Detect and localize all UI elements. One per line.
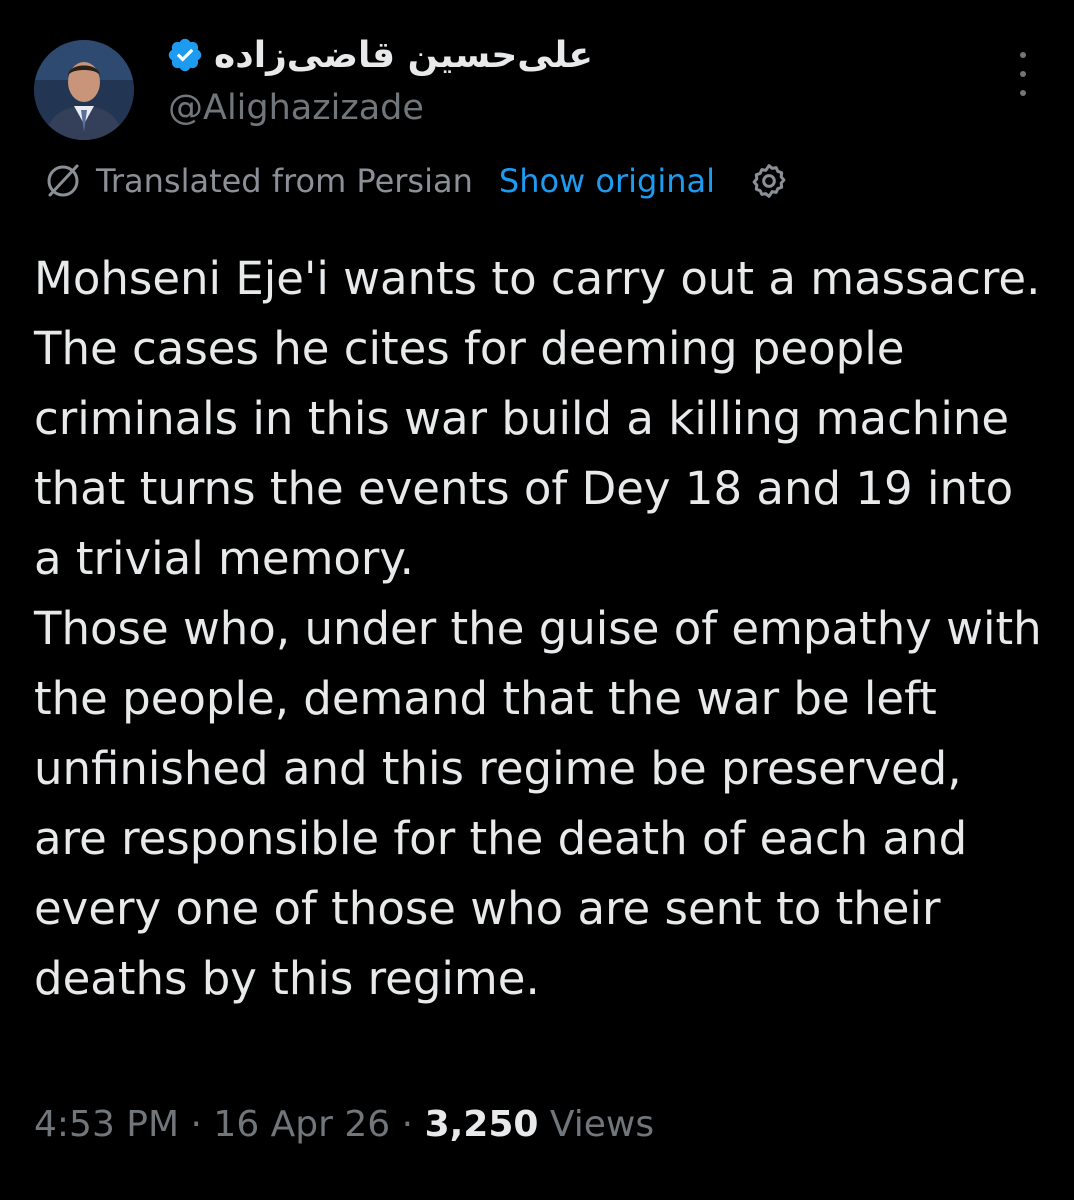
meta-separator: · — [401, 1104, 414, 1145]
show-original-link[interactable]: Show original — [499, 162, 715, 200]
avatar-image — [34, 40, 134, 140]
more-dot — [1020, 52, 1026, 58]
author-handle[interactable]: @Alighazizade — [168, 88, 424, 128]
translated-label: Translated from Persian — [96, 162, 473, 200]
more-dot — [1020, 71, 1026, 77]
meta-separator: · — [190, 1104, 202, 1145]
globe-icon — [47, 164, 79, 197]
more-dot — [1020, 90, 1026, 96]
post-date[interactable]: 16 Apr 26 — [213, 1104, 390, 1145]
gear-icon[interactable] — [749, 161, 789, 201]
more-options-icon[interactable] — [1008, 52, 1038, 96]
author-name-row[interactable]: علی‌حسین قاضی‌زاده — [166, 30, 593, 80]
views-count: 3,250 — [424, 1104, 539, 1145]
post-text: Mohseni Eje'i wants to carry out a massa… — [34, 252, 1042, 1005]
post-meta: 4:53 PM · 16 Apr 26 · 3,250 Views — [34, 1104, 654, 1145]
avatar[interactable] — [34, 40, 134, 140]
verified-badge-icon — [168, 38, 202, 72]
translation-bar: Translated from Persian Show original — [40, 158, 789, 204]
tweet: علی‌حسین قاضی‌زاده @Alighazizade Transla… — [0, 0, 1074, 1200]
views-label: Views — [549, 1104, 655, 1145]
author-display-name[interactable]: علی‌حسین قاضی‌زاده — [214, 35, 593, 76]
post-time[interactable]: 4:53 PM — [34, 1104, 179, 1145]
